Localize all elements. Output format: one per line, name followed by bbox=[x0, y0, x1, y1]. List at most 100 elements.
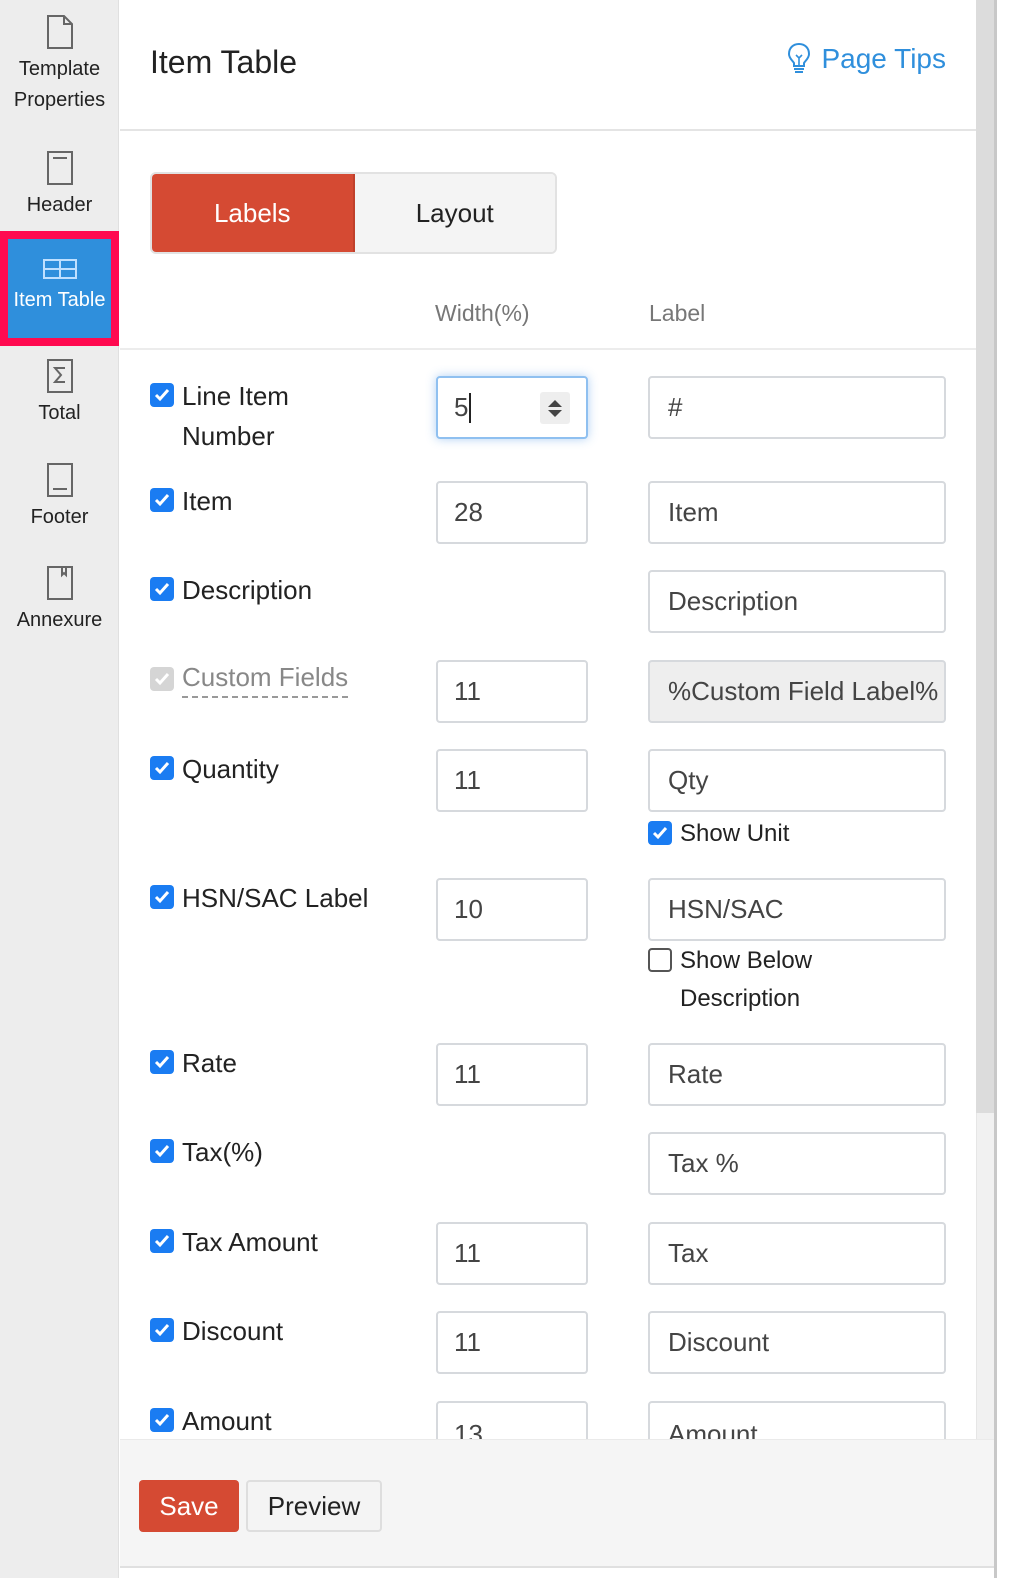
checkbox-checked-icon bbox=[150, 1408, 174, 1432]
rate-checkbox[interactable]: Rate bbox=[150, 1043, 412, 1083]
discount-width-input[interactable]: 11 bbox=[436, 1311, 588, 1374]
sidebar-item-total[interactable]: Total bbox=[0, 358, 119, 438]
quantity-checkbox[interactable]: Quantity bbox=[150, 749, 412, 789]
sidebar-item-label: Template bbox=[18, 58, 101, 80]
sidebar-item-label: Footer bbox=[30, 506, 89, 528]
sidebar: Template Properties Header Item Table To… bbox=[0, 0, 119, 1578]
sidebar-item-annexure[interactable]: Annexure bbox=[0, 565, 119, 645]
tab-group: Labels Layout bbox=[150, 172, 557, 254]
description-label-input[interactable]: Description bbox=[648, 570, 946, 633]
lightbulb-icon bbox=[788, 42, 811, 73]
text-caret bbox=[469, 392, 472, 423]
hsn-sac-label-input[interactable]: HSN/SAC bbox=[648, 878, 946, 941]
field-name: Discount bbox=[182, 1316, 284, 1346]
divider bbox=[120, 1566, 994, 1568]
hsn-sac-checkbox[interactable]: HSN/SAC Label bbox=[150, 878, 412, 918]
sidebar-item-template-properties[interactable]: Template Properties bbox=[0, 14, 119, 124]
sidebar-item-label: Annexure bbox=[16, 609, 103, 631]
tab-labels[interactable]: Labels bbox=[152, 174, 355, 252]
field-name: Tax(%) bbox=[182, 1137, 263, 1167]
discount-checkbox[interactable]: Discount bbox=[150, 1311, 412, 1351]
sidebar-item-label: Total bbox=[38, 402, 81, 424]
page-tips-label: Page Tips bbox=[821, 43, 946, 74]
custom-fields-width-input[interactable]: 11 bbox=[436, 660, 588, 723]
discount-label-input[interactable]: Discount bbox=[648, 1311, 946, 1374]
item-checkbox[interactable]: Item bbox=[150, 481, 412, 521]
tax-percent-label-input[interactable]: Tax % bbox=[648, 1132, 946, 1195]
sidebar-item-header[interactable]: Header bbox=[0, 150, 119, 230]
action-footer: Save Preview bbox=[120, 1439, 994, 1566]
table-icon bbox=[42, 259, 77, 279]
divider bbox=[120, 348, 976, 350]
item-width-input[interactable]: 28 bbox=[436, 481, 588, 544]
field-name: Tax Amount bbox=[182, 1227, 318, 1257]
custom-fields-tooltip-label[interactable]: Custom Fields bbox=[182, 660, 349, 698]
line-item-number-label-input[interactable]: # bbox=[648, 376, 946, 439]
checkbox-checked-icon bbox=[648, 821, 672, 845]
width-value: 5 bbox=[454, 392, 469, 422]
sidebar-item-label: Properties bbox=[13, 89, 106, 111]
label-line: Show Below bbox=[680, 947, 813, 974]
panel-edge bbox=[994, 0, 997, 1578]
custom-fields-label-input: %Custom Field Label% bbox=[648, 660, 946, 723]
line-item-number-width-input[interactable]: 5 bbox=[436, 376, 588, 439]
description-checkbox[interactable]: Description bbox=[150, 570, 412, 610]
quantity-width-input[interactable]: 11 bbox=[436, 749, 588, 812]
checkbox-checked-icon bbox=[150, 488, 174, 512]
tax-amount-label-input[interactable]: Tax bbox=[648, 1222, 946, 1285]
field-name: HSN/SAC Label bbox=[182, 883, 369, 913]
field-name: Description bbox=[182, 575, 313, 605]
checkbox-checked-icon bbox=[150, 1139, 174, 1163]
checkbox-checked-icon bbox=[150, 577, 174, 601]
label-line: Description bbox=[680, 985, 801, 1012]
line-item-number-checkbox[interactable]: Line Item Number bbox=[150, 376, 332, 456]
preview-button[interactable]: Preview bbox=[246, 1480, 382, 1532]
sigma-icon bbox=[46, 359, 73, 393]
tax-amount-checkbox[interactable]: Tax Amount bbox=[150, 1222, 412, 1262]
caret-up-icon bbox=[548, 399, 562, 407]
show-below-description-checkbox[interactable]: Show Below Description bbox=[648, 942, 812, 1018]
field-name: Line Item Number bbox=[182, 381, 289, 451]
show-below-description-label: Show Below Description bbox=[680, 942, 812, 1018]
field-name: Amount bbox=[182, 1406, 272, 1436]
amount-checkbox[interactable]: Amount bbox=[150, 1401, 412, 1441]
sidebar-item-label: Item Table bbox=[13, 289, 106, 311]
quantity-label-input[interactable]: Qty bbox=[648, 749, 946, 812]
show-unit-checkbox[interactable]: Show Unit bbox=[648, 815, 789, 853]
rate-label-input[interactable]: Rate bbox=[648, 1043, 946, 1106]
bookmark-file-icon bbox=[46, 566, 73, 600]
checkbox-checked-icon bbox=[150, 885, 174, 909]
footer-icon bbox=[46, 463, 73, 497]
checkbox-unchecked-icon bbox=[648, 948, 672, 972]
custom-fields-checkbox: Custom Fields bbox=[150, 660, 349, 698]
tax-percent-checkbox[interactable]: Tax(%) bbox=[150, 1132, 412, 1172]
sidebar-item-item-table[interactable]: Item Table bbox=[0, 231, 119, 346]
item-label-input[interactable]: Item bbox=[648, 481, 946, 544]
page-title: Item Table bbox=[150, 44, 298, 80]
label-column-header: Label bbox=[649, 300, 706, 326]
checkbox-disabled-icon bbox=[150, 667, 174, 691]
hsn-sac-width-input[interactable]: 10 bbox=[436, 878, 588, 941]
number-spinner[interactable] bbox=[540, 392, 570, 424]
field-name: Item bbox=[182, 486, 233, 516]
sidebar-item-label: Header bbox=[26, 194, 93, 216]
checkbox-checked-icon bbox=[150, 756, 174, 780]
file-icon bbox=[46, 15, 73, 49]
tax-amount-width-input[interactable]: 11 bbox=[436, 1222, 588, 1285]
rate-width-input[interactable]: 11 bbox=[436, 1043, 588, 1106]
field-name: Rate bbox=[182, 1048, 237, 1078]
checkbox-checked-icon bbox=[150, 1318, 174, 1342]
header-icon bbox=[46, 151, 73, 185]
width-column-header: Width(%) bbox=[435, 300, 530, 326]
checkbox-checked-icon bbox=[150, 383, 174, 407]
checkbox-checked-icon bbox=[150, 1229, 174, 1253]
field-name: Quantity bbox=[182, 754, 279, 784]
panel-header: Item Table Page Tips bbox=[120, 0, 976, 131]
save-button[interactable]: Save bbox=[139, 1480, 239, 1532]
show-unit-label: Show Unit bbox=[680, 820, 790, 847]
checkbox-checked-icon bbox=[150, 1050, 174, 1074]
scrollbar-thumb[interactable] bbox=[976, 0, 994, 1113]
page-tips-link[interactable]: Page Tips bbox=[787, 42, 946, 76]
tab-layout[interactable]: Layout bbox=[354, 174, 555, 252]
sidebar-item-footer[interactable]: Footer bbox=[0, 462, 119, 542]
